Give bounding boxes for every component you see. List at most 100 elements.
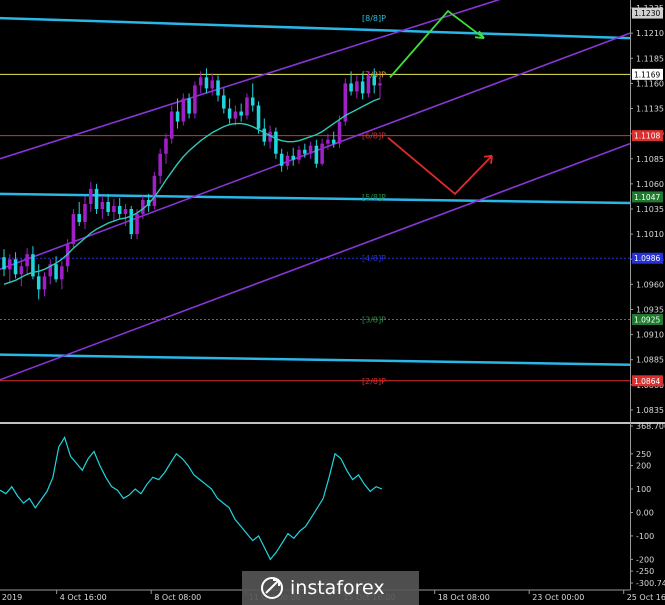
time-tick-label: 18 Oct 08:00	[438, 593, 490, 602]
candle-body	[175, 111, 180, 122]
candle-body	[152, 175, 157, 206]
price-tag-1108: 1.1108	[634, 132, 660, 141]
brand-name: instaforex	[290, 577, 385, 599]
price-tick-label: 1.1035	[636, 205, 664, 214]
candle-body	[129, 208, 134, 235]
murrey-label-3: [5/8]P	[362, 193, 386, 202]
candle-body	[100, 201, 105, 209]
cci-tick-label: 0.00	[636, 508, 654, 517]
candle-body	[71, 214, 76, 245]
candle-body	[19, 266, 24, 275]
candle-body	[2, 257, 6, 270]
candle-body	[297, 149, 301, 160]
price-tag-0986: 1.0986	[634, 254, 660, 263]
candle-body	[164, 138, 168, 154]
candle-body	[8, 259, 12, 270]
candle-body	[274, 131, 278, 154]
candle-body	[187, 98, 191, 114]
candle-body	[245, 97, 249, 116]
candle-body	[326, 139, 330, 144]
cci-tick-label: -100	[636, 532, 654, 541]
candle-body	[36, 276, 41, 290]
candle-body	[25, 254, 29, 267]
candle-body	[320, 143, 324, 164]
price-tick-label: 1.1160	[636, 79, 664, 88]
price-tick-label: 1.1085	[636, 155, 664, 164]
candle-body	[303, 149, 307, 154]
cci-tick-label: 200	[636, 462, 651, 471]
price-tick-label: 1.1185	[636, 54, 664, 63]
price-tag-1047: 1.1047	[634, 193, 660, 202]
candle-body	[233, 111, 238, 119]
candle	[152, 171, 157, 209]
candle-body	[308, 145, 313, 154]
candle-body	[366, 75, 371, 94]
price-tick-label: 1.0885	[636, 356, 664, 365]
price-tick-label: 1.1210	[636, 29, 664, 38]
candle-body	[204, 77, 209, 89]
candle-body	[279, 153, 284, 166]
candle-body	[378, 83, 382, 86]
candle-body	[169, 111, 174, 139]
candle-body	[349, 83, 353, 92]
price-chart[interactable]: [8/8]P[7/8]P[6/8]P[5/8]P[4/8]P[3/8]P[2/8…	[0, 0, 665, 605]
cci-tick-label: -300.7417	[636, 579, 665, 588]
candle-body	[83, 203, 87, 223]
candle-body	[158, 153, 162, 176]
murrey-label-5: [3/8]P	[362, 316, 386, 325]
cci-tick-label: -250	[636, 567, 654, 576]
candle-body	[54, 264, 58, 280]
cci-tick-label: 368.7006	[636, 422, 665, 431]
candle-body	[13, 259, 18, 275]
candle-body	[250, 97, 255, 106]
candle-body	[331, 139, 336, 144]
price-tick-label: 1.0910	[636, 331, 664, 340]
cci-tick-label: -200	[636, 555, 654, 564]
candle-body	[360, 81, 365, 94]
price-tick-label: 1.1010	[636, 230, 664, 239]
price-tick-label: 1.1060	[636, 180, 664, 189]
time-tick-label: 3 Oct 2019	[0, 593, 22, 602]
price-tick-label: 1.1135	[636, 105, 664, 114]
time-tick-label: 8 Oct 08:00	[154, 593, 201, 602]
price-tick-label: 1.0935	[636, 305, 664, 314]
candle	[343, 78, 348, 126]
time-tick-label: 25 Oct 16:00	[627, 593, 665, 602]
price-tag-0864: 1.0864	[634, 377, 660, 386]
candle-body	[355, 81, 359, 92]
murrey-label-0: [8/8]P	[362, 14, 386, 23]
candle-body	[117, 205, 122, 215]
candle-body	[181, 98, 186, 122]
candle-body	[89, 188, 93, 204]
chart-background	[0, 0, 665, 605]
candle-body	[106, 201, 110, 213]
time-tick-label: 4 Oct 16:00	[60, 593, 107, 602]
cci-tick-label: 100	[636, 485, 651, 494]
candle-body	[372, 75, 376, 86]
price-tag-top: 1.1230	[634, 9, 660, 18]
price-tag-1169: 1.1169	[634, 70, 660, 79]
cci-tick-label: 250	[636, 450, 651, 459]
price-tick-label: 1.0835	[636, 406, 664, 415]
murrey-label-4: [4/8]P	[362, 254, 386, 263]
candle-body	[112, 205, 116, 213]
murrey-label-6: [2/8]P	[362, 377, 386, 386]
brand-watermark: instaforex	[242, 571, 419, 605]
candle-body	[227, 108, 232, 119]
candle-body	[337, 121, 342, 144]
candle-body	[262, 128, 267, 142]
price-tick-label: 1.0960	[636, 280, 664, 289]
candle-body	[135, 214, 139, 235]
candle-body	[141, 199, 145, 215]
candle-body	[77, 214, 81, 223]
candle-body	[210, 80, 215, 89]
candle-body	[42, 276, 47, 290]
candle-body	[222, 95, 226, 109]
candle-body	[285, 155, 290, 166]
candle-body	[216, 80, 220, 96]
candle-body	[193, 85, 197, 114]
candle-body	[291, 155, 295, 160]
candle-body	[314, 145, 319, 164]
price-tag-0925: 1.0925	[634, 316, 660, 325]
candle-body	[94, 188, 99, 209]
